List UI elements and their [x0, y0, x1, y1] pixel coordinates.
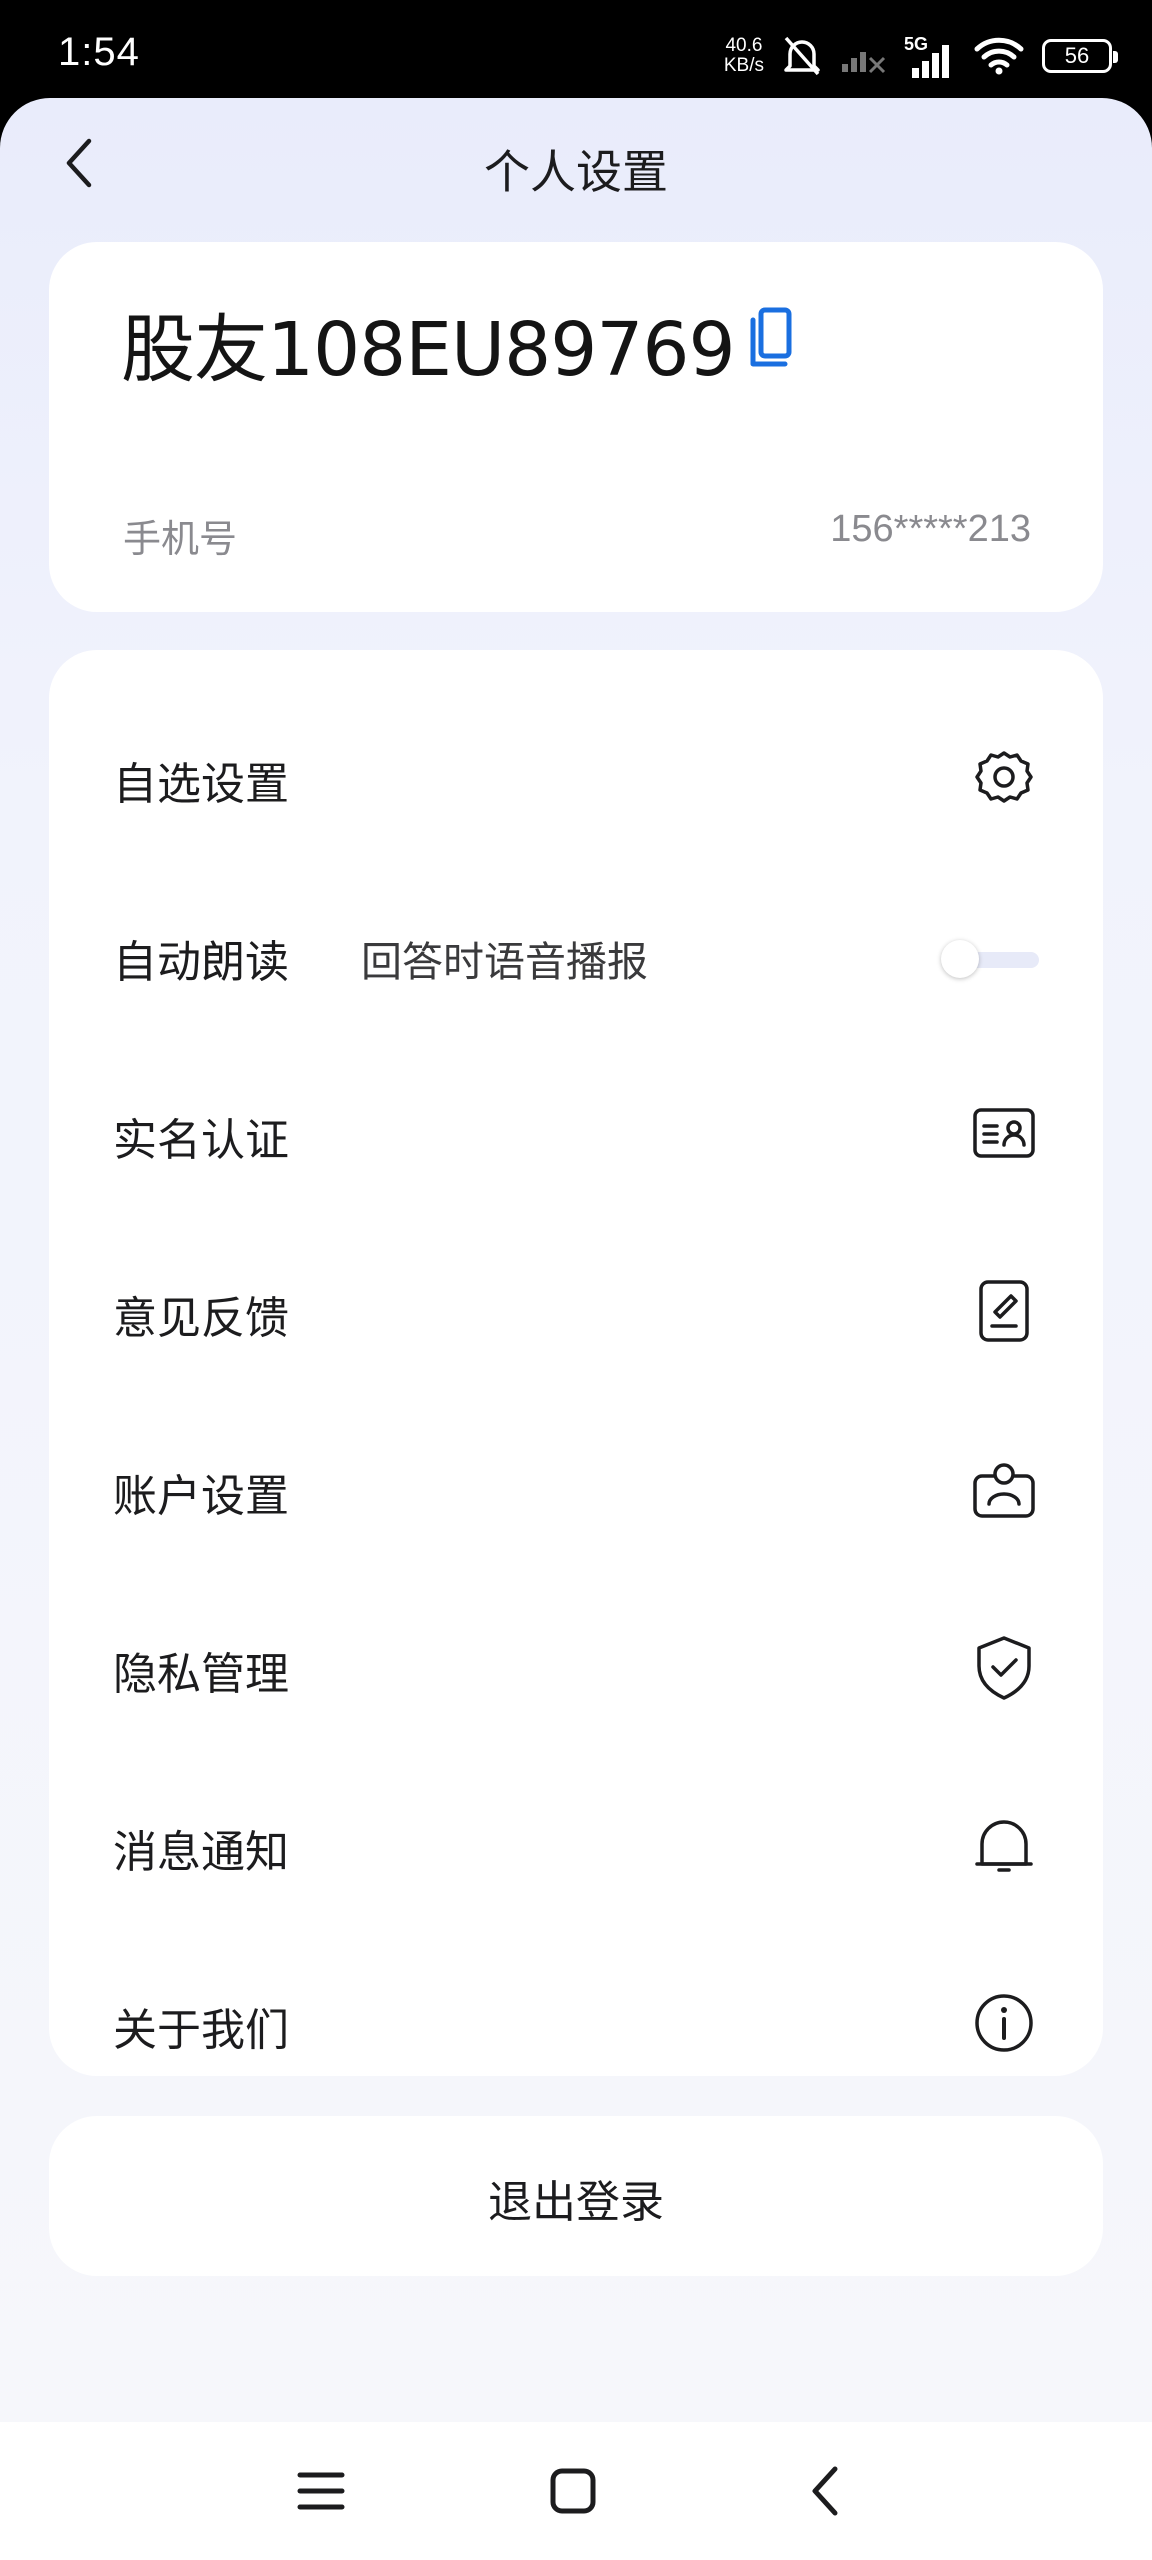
shield-check-icon	[977, 1636, 1031, 1700]
network-speed: 40.6 KB/s	[724, 36, 764, 76]
profile-card: 股友108EU89769 手机号 156*****213	[49, 242, 1103, 612]
network-speed-value: 40.6	[725, 35, 763, 56]
bell-muted-icon	[784, 36, 820, 76]
menu-item-real-name-verification[interactable]: 实名认证	[49, 1046, 1103, 1224]
status-time: 1:54	[58, 30, 140, 74]
bell-icon	[975, 1820, 1033, 1872]
header: 个人设置	[0, 98, 1152, 228]
logout-label: 退出登录	[488, 2177, 664, 2228]
phone-value: 156*****213	[830, 508, 1031, 550]
status-bar: 1:54 40.6 KB/s 5G 56	[0, 0, 1152, 110]
nav-home-button[interactable]	[538, 2456, 608, 2526]
menu-item-label: 账户设置	[113, 1471, 289, 1522]
signal-5g-icon: 5G	[904, 34, 956, 78]
battery-indicator: 56	[1042, 39, 1118, 73]
menu-item-label: 自选设置	[113, 759, 289, 810]
logout-button[interactable]: 退出登录	[49, 2116, 1103, 2276]
menu-item-label: 关于我们	[113, 2005, 289, 2056]
copy-icon	[750, 307, 792, 367]
signal-no-sim-icon	[842, 52, 886, 74]
menu-item-privacy[interactable]: 隐私管理	[49, 1580, 1103, 1758]
nav-menu-button[interactable]	[286, 2456, 356, 2526]
menu-item-feedback[interactable]: 意见反馈	[49, 1224, 1103, 1402]
system-nav-bar	[0, 2422, 1152, 2560]
copy-button[interactable]	[739, 302, 799, 372]
menu-icon	[297, 2472, 345, 2510]
settings-menu: 自选设置 自动朗读 回答时语音播报 实名认证 意见反馈 账户设置 隐私管理 消息…	[49, 650, 1103, 2076]
username: 股友108EU89769	[121, 307, 736, 393]
toggle-knob	[941, 940, 979, 978]
menu-item-account-settings[interactable]: 账户设置	[49, 1402, 1103, 1580]
phone-label: 手机号	[123, 517, 238, 561]
wifi-icon	[974, 37, 1024, 75]
menu-item-label: 自动朗读	[113, 937, 289, 988]
menu-item-notifications[interactable]: 消息通知	[49, 1758, 1103, 1936]
account-icon	[973, 1463, 1035, 1518]
info-icon	[975, 1994, 1033, 2052]
menu-item-watchlist-settings[interactable]: 自选设置	[49, 690, 1103, 868]
menu-item-auto-read: 自动朗读 回答时语音播报	[49, 868, 1103, 1046]
network-speed-unit: KB/s	[723, 55, 764, 76]
feedback-edit-icon	[979, 1280, 1029, 1342]
menu-item-about-us[interactable]: 关于我们	[49, 1936, 1103, 2114]
home-square-icon	[550, 2468, 596, 2514]
settings-screen: 个人设置 股友108EU89769 手机号 156*****213 自选设置 自…	[0, 98, 1152, 2422]
page-title: 个人设置	[484, 145, 668, 199]
status-icons: 40.6 KB/s 5G 56	[724, 28, 1118, 84]
menu-item-label: 意见反馈	[113, 1293, 289, 1344]
back-triangle-icon	[812, 2466, 838, 2516]
menu-item-label: 消息通知	[113, 1827, 289, 1878]
nav-back-button[interactable]	[790, 2456, 860, 2526]
menu-item-label: 隐私管理	[113, 1649, 289, 1700]
menu-item-label: 实名认证	[113, 1115, 289, 1166]
auto-read-toggle[interactable]	[941, 940, 1039, 978]
menu-item-sublabel: 回答时语音播报	[361, 938, 648, 986]
gear-icon	[975, 751, 1033, 803]
id-card-icon	[973, 1108, 1035, 1158]
